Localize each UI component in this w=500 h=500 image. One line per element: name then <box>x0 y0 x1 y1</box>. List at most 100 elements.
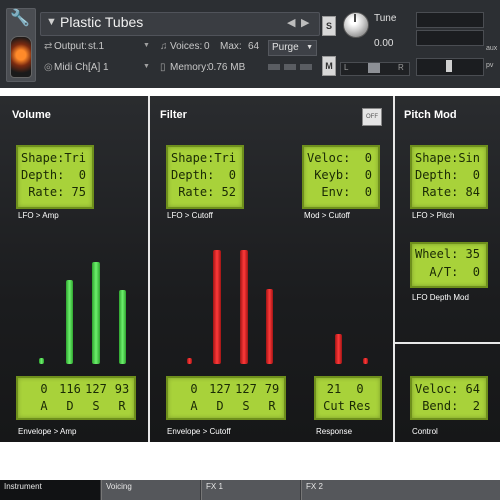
pitch-lfo-rate[interactable]: Rate: 84 <box>422 185 480 199</box>
output-icon: ⇄ <box>44 41 53 52</box>
amp-sustain-bar[interactable] <box>92 262 100 364</box>
pitch-lfo-depth[interactable]: Depth: 0 <box>415 168 480 182</box>
filter-mod-display[interactable]: Veloc: 0 Keyb: 0 Env: 0 <box>302 145 380 209</box>
lfo-depth-mod-display[interactable]: Wheel: 35 A/T: 0 <box>410 242 488 288</box>
filter-envelope-display[interactable]: 0 127 127 79 A D S R <box>166 376 286 420</box>
tune-knob[interactable] <box>343 12 369 38</box>
filter-mod-veloc[interactable]: Veloc: 0 <box>307 151 372 165</box>
pitch-lfo-caption: LFO > Pitch <box>412 211 455 220</box>
volume-lfo-caption: LFO > Amp <box>18 211 59 220</box>
amp-attack-bar[interactable] <box>39 358 44 364</box>
tab-fx2[interactable]: FX 2 <box>301 480 500 500</box>
memory-icon: ▯ <box>160 62 166 73</box>
tab-fx1[interactable]: FX 1 <box>201 480 300 500</box>
prev-instrument-icon[interactable]: ◀ <box>287 16 295 29</box>
amp-sustain-letter: S <box>92 399 100 413</box>
filter-lfo-depth[interactable]: Depth: 0 <box>171 168 236 182</box>
filter-decay-bar[interactable] <box>213 250 221 364</box>
tune-value[interactable]: 0.00 <box>374 38 393 49</box>
amp-decay-letter: D <box>66 399 74 413</box>
response-resonance-letter: Res <box>349 399 371 413</box>
depth-mod-aftertouch[interactable]: A/T: 0 <box>429 265 480 279</box>
volume-lfo-depth[interactable]: Depth: 0 <box>21 168 86 182</box>
midi-dropdown-icon[interactable]: ▼ <box>143 63 150 70</box>
filter-release-letter: R <box>268 399 276 413</box>
response-resonance-bar[interactable] <box>363 358 368 364</box>
pan-slider-thumb[interactable] <box>368 63 380 73</box>
filter-sustain-bar[interactable] <box>240 250 248 364</box>
filter-sustain-letter: S <box>242 399 250 413</box>
filter-mod-keyb[interactable]: Keyb: 0 <box>314 168 372 182</box>
amp-envelope-display[interactable]: 0 116 127 93 A D S R <box>16 376 136 420</box>
filter-mod-env[interactable]: Env: 0 <box>321 185 372 199</box>
filter-lfo-shape[interactable]: Shape:Tri <box>171 151 236 165</box>
response-cutoff-letter: Cut <box>323 399 345 413</box>
volume-slider-thumb[interactable] <box>446 60 452 72</box>
purge-button[interactable]: Purge ▼ <box>268 40 317 56</box>
response-caption: Response <box>316 427 353 436</box>
amp-sustain-value[interactable]: 127 <box>84 382 108 396</box>
tab-voicing[interactable]: Voicing <box>101 480 200 500</box>
level-meter-left <box>416 12 484 28</box>
amp-attack-letter: A <box>40 399 48 413</box>
filter-lfo-caption: LFO > Cutoff <box>167 211 213 220</box>
response-cutoff-bar[interactable] <box>335 334 342 364</box>
filter-lfo-rate[interactable]: Rate: 52 <box>178 185 236 199</box>
control-bend[interactable]: Bend: 2 <box>422 399 480 413</box>
pv-label[interactable]: pv <box>486 62 493 69</box>
output-label: Output: <box>54 41 87 52</box>
response-cutoff-value[interactable]: 21 <box>322 382 346 396</box>
max-label: Max: <box>220 41 242 52</box>
instrument-name[interactable]: Plastic Tubes <box>60 14 143 30</box>
volume-lfo-display[interactable]: Shape:Tri Depth: 0 Rate: 75 <box>16 145 94 209</box>
midi-label: Midi Ch: <box>54 62 91 73</box>
filter-release-value[interactable]: 79 <box>260 382 284 396</box>
depth-mod-wheel[interactable]: Wheel: 35 <box>415 247 480 261</box>
control-display[interactable]: Veloc: 64 Bend: 2 <box>410 376 488 420</box>
midi-channel-value[interactable]: [A] 1 <box>88 62 109 73</box>
amp-release-value[interactable]: 93 <box>110 382 134 396</box>
amp-envelope-caption: Envelope > Amp <box>18 427 77 436</box>
amp-decay-value[interactable]: 116 <box>58 382 82 396</box>
filter-decay-letter: D <box>216 399 224 413</box>
pitch-lfo-display[interactable]: Shape:Sin Depth: 0 Rate: 84 <box>410 145 488 209</box>
filter-release-bar[interactable] <box>266 289 273 364</box>
amp-release-letter: R <box>118 399 126 413</box>
filter-mod-caption: Mod > Cutoff <box>304 211 350 220</box>
solo-button[interactable]: S <box>322 16 336 36</box>
voices-value: 0 <box>204 41 210 52</box>
output-dropdown-icon[interactable]: ▼ <box>143 42 150 49</box>
tab-instrument[interactable]: Instrument <box>0 480 100 500</box>
pitch-mod-title: Pitch Mod <box>404 109 457 121</box>
filter-envelope-caption: Envelope > Cutoff <box>167 427 231 436</box>
response-display[interactable]: 21 0 Cut Res <box>314 376 382 420</box>
tune-knob-indicator <box>354 14 356 22</box>
amp-decay-bar[interactable] <box>66 280 73 364</box>
pitch-lfo-shape[interactable]: Shape:Sin <box>415 151 480 165</box>
wrench-icon[interactable]: 🔧 <box>9 10 31 28</box>
response-resonance-value[interactable]: 0 <box>348 382 372 396</box>
filter-off-button[interactable]: OFF <box>362 108 382 126</box>
control-veloc[interactable]: Veloc: 64 <box>415 382 480 396</box>
filter-attack-bar[interactable] <box>187 358 192 364</box>
amp-release-bar[interactable] <box>119 290 126 364</box>
filter-attack-value[interactable]: 0 <box>182 382 206 396</box>
mute-button[interactable]: M <box>322 56 336 76</box>
filter-sustain-value[interactable]: 127 <box>234 382 258 396</box>
next-instrument-icon[interactable]: ▶ <box>301 16 309 29</box>
aux-label[interactable]: aux <box>486 45 497 52</box>
level-meter-right <box>416 30 484 46</box>
load-indicator <box>268 64 312 70</box>
filter-lfo-display[interactable]: Shape:Tri Depth: 0 Rate: 52 <box>166 145 244 209</box>
pan-left-label: L <box>344 63 349 72</box>
amp-attack-value[interactable]: 0 <box>32 382 56 396</box>
tune-label: Tune <box>374 13 397 24</box>
max-voices-value[interactable]: 64 <box>248 41 259 52</box>
midi-icon: ◎ <box>44 62 53 73</box>
volume-lfo-shape[interactable]: Shape:Tri <box>21 151 86 165</box>
caret-down-icon[interactable]: ▼ <box>46 16 57 28</box>
pan-right-label: R <box>398 63 404 72</box>
filter-decay-value[interactable]: 127 <box>208 382 232 396</box>
volume-lfo-rate[interactable]: Rate: 75 <box>28 185 86 199</box>
output-value[interactable]: st.1 <box>88 41 104 52</box>
